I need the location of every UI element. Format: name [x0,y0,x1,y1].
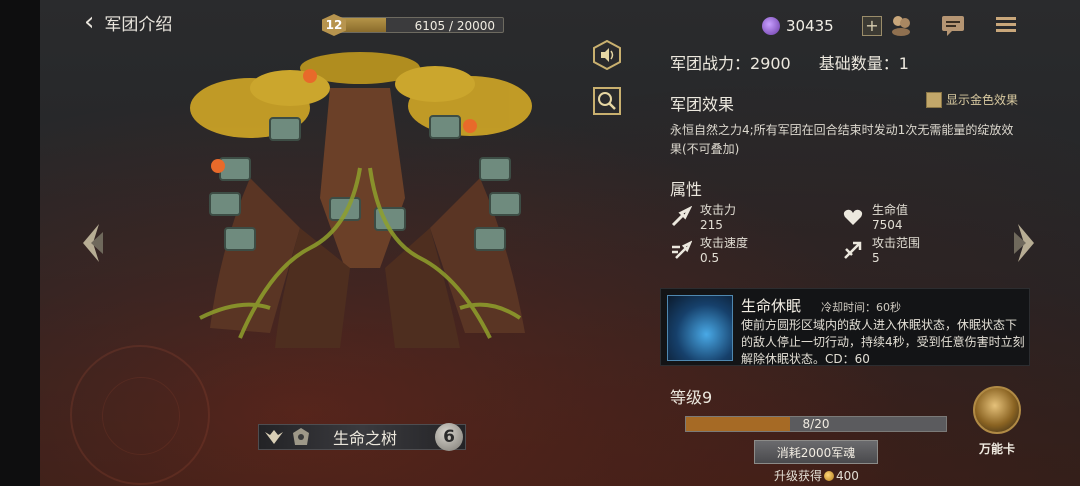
unit-level-title: 等级9 [670,388,713,407]
gem-icon [762,17,780,35]
wild-card-button[interactable]: 万能卡 [970,386,1024,456]
base-count-value: 1 [898,54,909,73]
attr-hp: 生命值 7504 [842,203,908,233]
base-count-label: 基础数量： [818,54,899,73]
add-currency-button[interactable]: + [862,16,882,36]
skill-description: 使前方圆形区域内的敌人进入休眠状态，休眠状态下的敌人停止一切行动，持续4秒，受到… [741,318,1025,366]
power-label: 军团战力： [670,54,751,73]
left-edge [0,0,40,486]
reward-amount: 400 [836,468,859,483]
skill-icon [667,295,733,361]
upgrade-reward: 升级获得 400 [774,467,859,484]
power-value: 2900 [750,54,791,73]
currency-amount: 30435 [786,17,834,35]
wild-card-emblem-icon [973,386,1021,434]
next-arrow-button[interactable] [1014,222,1038,264]
reward-prefix: 升级获得 [774,469,823,483]
effect-title: 军团效果 [670,95,735,114]
attr-range: 攻击范围 5 [842,236,920,266]
hero-count-badge: 6 [435,423,463,451]
prev-arrow-button[interactable] [79,222,103,264]
wild-card-label: 万能卡 [978,442,1015,456]
checkbox[interactable] [926,91,942,108]
attr-attack-speed: 攻击速度 0.5 [670,236,748,266]
friends-icon[interactable] [888,12,914,38]
base-count-stat: 基础数量：1 [819,50,909,74]
effect-description: 永恒自然之力4;所有军团在回合结束时发动1次无需能量的绽放效果(不可叠加) [670,123,1014,156]
page-title: 军团介绍 [104,14,173,35]
attr-label: 攻击力 [700,203,737,217]
skill-name: 生命休眠 [741,297,802,315]
zoom-button[interactable] [592,86,622,116]
exp-text: 6105 / 20000 [414,19,495,33]
range-icon [842,239,864,261]
attr-value: 5 [872,251,880,265]
exp-track: 6105 / 20000 [334,17,504,33]
skill-panel[interactable]: 生命休眠 冷却时间：60秒 使前方圆形区域内的敌人进入休眠状态，休眠状态下的敌人… [660,288,1030,366]
attr-value: 215 [700,218,723,232]
back-button[interactable]: ‹ 军团介绍 [84,8,172,36]
hero-name-plate: 生命之树 6 [258,423,466,451]
unit-xp-bar: 8/20 [685,416,947,432]
power-stat: 军团战力：2900 [670,50,791,74]
attr-label: 攻击范围 [872,236,921,250]
chevron-left-icon: ‹ [84,7,95,37]
skill-cooldown: 冷却时间：60秒 [821,301,901,314]
heart-icon [842,206,864,228]
attack-speed-icon [670,239,693,261]
currency-display: 30435 + [762,14,882,38]
chat-icon[interactable] [940,12,966,38]
gold-effect-toggle[interactable]: 显示金色效果 [926,91,1018,108]
tree-of-life-artwork [180,48,550,368]
attr-attack: 攻击力 215 [670,203,736,233]
xp-text: 8/20 [802,417,830,431]
player-level-bar: 6105 / 20000 12 [322,14,504,36]
menu-icon[interactable] [993,12,1019,38]
class-icon [291,427,311,447]
attr-value: 7504 [872,218,903,232]
rank-wings-icon [263,428,285,446]
gold-effect-label: 显示金色效果 [946,93,1019,107]
attack-icon [670,205,693,228]
upgrade-button[interactable]: 消耗2000军魂 [754,440,878,464]
attributes-title: 属性 [670,180,703,199]
attr-label: 攻击速度 [700,236,749,250]
sound-button[interactable] [592,40,622,70]
stat-line: 军团战力：2900 基础数量：1 [670,50,909,74]
attr-value: 0.5 [700,251,720,265]
hero-name: 生命之树 [333,429,398,448]
attr-label: 生命值 [872,203,909,217]
coin-icon [824,470,835,481]
